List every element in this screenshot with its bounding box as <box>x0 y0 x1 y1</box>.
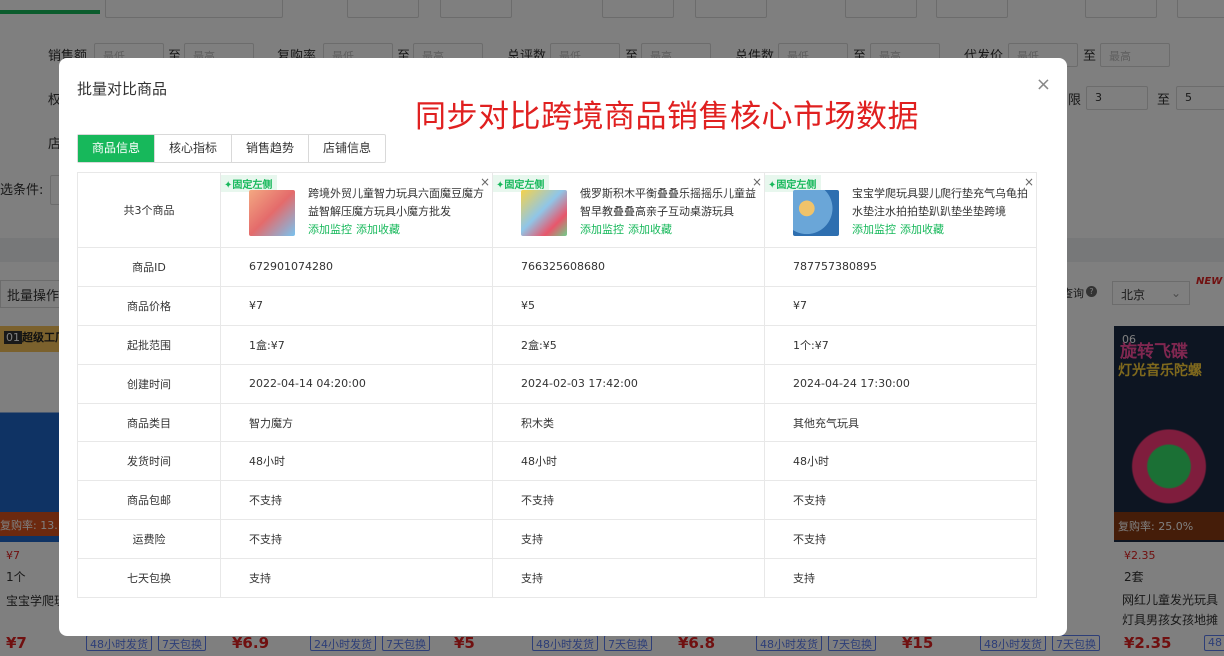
modal-title: 批量对比商品 <box>77 80 168 98</box>
row-value: ¥5 <box>492 285 765 326</box>
row-value: 766325608680 <box>492 247 765 287</box>
product-count-cell: 共3个商品 <box>77 172 221 248</box>
tab-sales-trend[interactable]: 销售趋势 <box>231 135 308 162</box>
table-row: 商品包邮 不支持 不支持 不支持 <box>77 480 1037 521</box>
product-column-header: ✦固定左侧 × 宝宝学爬玩具婴儿爬行垫充气乌龟拍水垫注水拍拍垫趴趴垫坐垫跨境 添… <box>764 172 1037 248</box>
row-value: 2024-04-24 17:30:00 <box>764 363 1037 404</box>
row-value: 支持 <box>764 558 1037 599</box>
row-value: 787757380895 <box>764 247 1037 287</box>
product-column-header: ✦固定左侧 × 俄罗斯积木平衡叠叠乐摇摇乐儿童益智早教叠叠高亲子互动桌游玩具 添… <box>492 172 765 248</box>
tab-product-info[interactable]: 商品信息 <box>78 135 155 162</box>
product-thumbnail[interactable] <box>249 190 295 236</box>
row-value: 不支持 <box>764 480 1037 521</box>
row-value: 1个:¥7 <box>764 324 1037 365</box>
row-value: 1盒:¥7 <box>220 324 493 365</box>
add-monitor-link[interactable]: 添加监控 <box>580 223 624 236</box>
row-label: 商品ID <box>77 247 221 287</box>
product-actions: 添加监控 添加收藏 <box>308 221 404 237</box>
table-row: 商品类目 智力魔方 积木类 其他充气玩具 <box>77 402 1037 443</box>
tab-shop-info[interactable]: 店铺信息 <box>308 135 385 162</box>
product-actions: 添加监控 添加收藏 <box>580 221 676 237</box>
product-title[interactable]: 俄罗斯积木平衡叠叠乐摇摇乐儿童益智早教叠叠高亲子互动桌游玩具 <box>580 185 758 221</box>
table-row: 起批范围 1盒:¥7 2盒:¥5 1个:¥7 <box>77 324 1037 365</box>
row-value: 672901074280 <box>220 247 493 287</box>
compare-tabs: 商品信息 核心指标 销售趋势 店铺信息 <box>77 134 387 163</box>
row-value: 48小时 <box>492 441 765 482</box>
row-label: 商品价格 <box>77 285 221 326</box>
row-label: 运费险 <box>77 519 221 560</box>
row-value: 2022-04-14 04:20:00 <box>220 363 493 404</box>
row-value: 48小时 <box>220 441 493 482</box>
product-title[interactable]: 跨境外贸儿童智力玩具六面魔豆魔方益智解压魔方玩具小魔方批发 <box>308 185 486 221</box>
product-thumbnail[interactable] <box>793 190 839 236</box>
row-label: 商品包邮 <box>77 480 221 521</box>
promo-headline: 同步对比跨境商品销售核心市场数据 <box>415 99 919 135</box>
table-header-row: 共3个商品 ✦固定左侧 × 跨境外贸儿童智力玩具六面魔豆魔方益智解压魔方玩具小魔… <box>77 172 1037 248</box>
product-actions: 添加监控 添加收藏 <box>852 221 948 237</box>
add-monitor-link[interactable]: 添加监控 <box>852 223 896 236</box>
row-value: 支持 <box>492 519 765 560</box>
add-favorite-link[interactable]: 添加收藏 <box>900 223 944 236</box>
row-value: 其他充气玩具 <box>764 402 1037 443</box>
table-row: 七天包换 支持 支持 支持 <box>77 558 1037 599</box>
tab-core-metrics[interactable]: 核心指标 <box>154 135 231 162</box>
row-value: 不支持 <box>764 519 1037 560</box>
row-value: ¥7 <box>764 285 1037 326</box>
comparison-table: 共3个商品 ✦固定左侧 × 跨境外贸儿童智力玩具六面魔豆魔方益智解压魔方玩具小魔… <box>77 172 1037 599</box>
row-value: 支持 <box>492 558 765 599</box>
row-label: 起批范围 <box>77 324 221 365</box>
add-favorite-link[interactable]: 添加收藏 <box>356 223 400 236</box>
product-column-header: ✦固定左侧 × 跨境外贸儿童智力玩具六面魔豆魔方益智解压魔方玩具小魔方批发 添加… <box>220 172 493 248</box>
row-label: 发货时间 <box>77 441 221 482</box>
table-row: 发货时间 48小时 48小时 48小时 <box>77 441 1037 482</box>
row-value: 2盒:¥5 <box>492 324 765 365</box>
close-icon[interactable]: × <box>1036 76 1051 94</box>
table-row: 创建时间 2022-04-14 04:20:00 2024-02-03 17:42:… <box>77 363 1037 404</box>
product-title[interactable]: 宝宝学爬玩具婴儿爬行垫充气乌龟拍水垫注水拍拍垫趴趴垫坐垫跨境 <box>852 185 1030 221</box>
product-thumbnail[interactable] <box>521 190 567 236</box>
row-label: 创建时间 <box>77 363 221 404</box>
table-row: 商品价格 ¥7 ¥5 ¥7 <box>77 285 1037 326</box>
row-value: 积木类 <box>492 402 765 443</box>
row-value: 智力魔方 <box>220 402 493 443</box>
table-row: 商品ID 672901074280 766325608680 787757380895 <box>77 247 1037 287</box>
add-favorite-link[interactable]: 添加收藏 <box>628 223 672 236</box>
row-value: 支持 <box>220 558 493 599</box>
row-value: 不支持 <box>220 480 493 521</box>
add-monitor-link[interactable]: 添加监控 <box>308 223 352 236</box>
row-value: 2024-02-03 17:42:00 <box>492 363 765 404</box>
row-label: 七天包换 <box>77 558 221 599</box>
row-value: 不支持 <box>492 480 765 521</box>
row-value: 不支持 <box>220 519 493 560</box>
batch-compare-modal: 批量对比商品 × 同步对比跨境商品销售核心市场数据 商品信息 核心指标 销售趋势… <box>59 58 1067 636</box>
row-value: ¥7 <box>220 285 493 326</box>
row-label: 商品类目 <box>77 402 221 443</box>
row-value: 48小时 <box>764 441 1037 482</box>
table-row: 运费险 不支持 支持 不支持 <box>77 519 1037 560</box>
